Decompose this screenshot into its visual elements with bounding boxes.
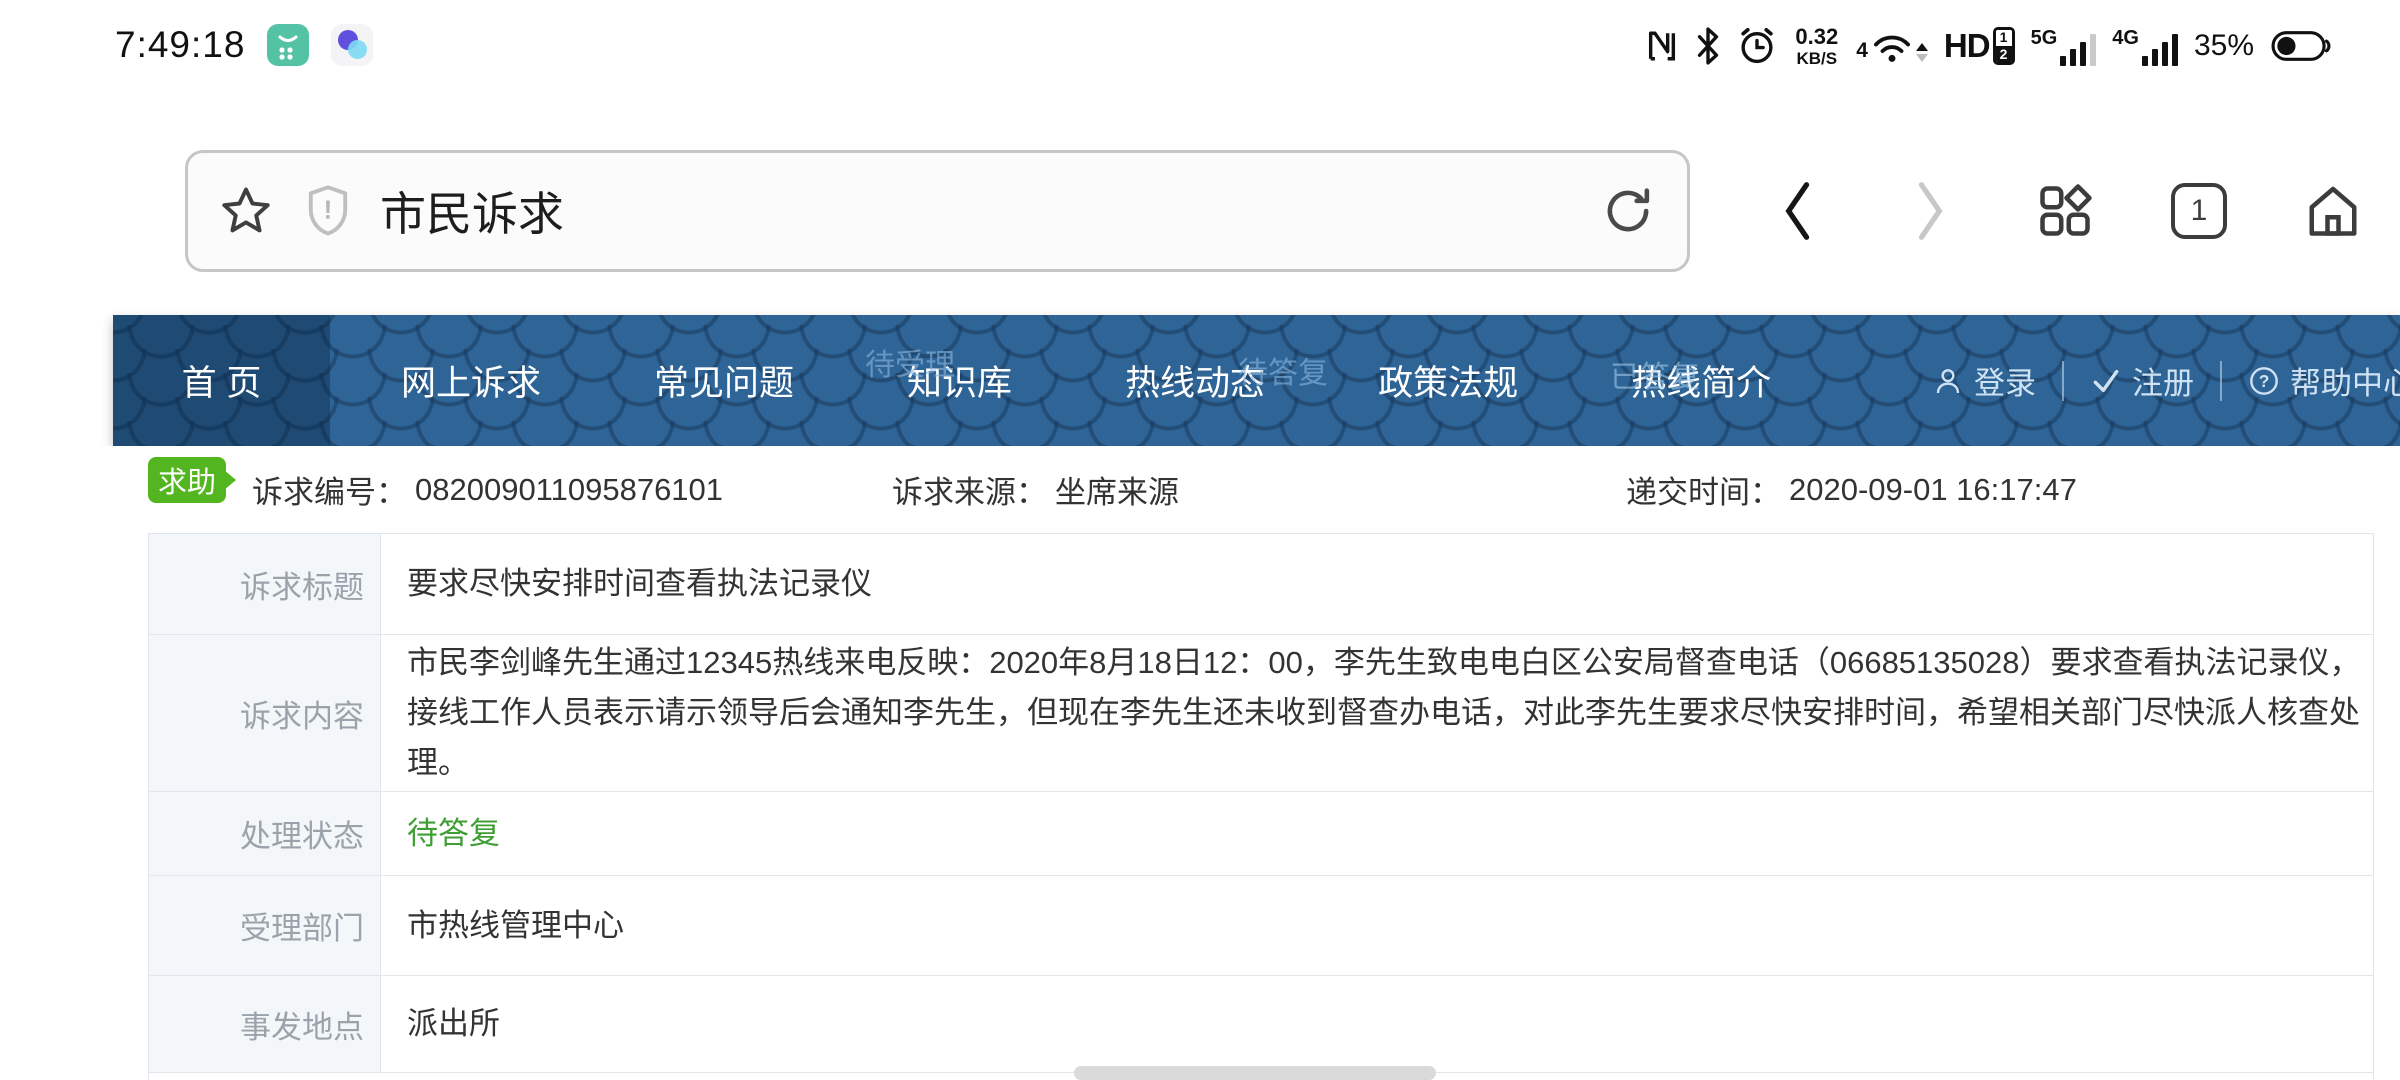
nav-item-policies[interactable]: 政策法规	[1336, 315, 1560, 446]
nav-item-faq[interactable]: 常见问题	[612, 315, 836, 446]
refresh-icon[interactable]	[1599, 182, 1657, 240]
status-bar: 7:49:18	[0, 0, 2400, 92]
help-center-link[interactable]: ? 帮助中心	[2248, 358, 2400, 403]
row-value: 市民李剑峰先生通过12345热线来电反映：2020年8月18日12：00，李先生…	[381, 635, 2373, 791]
row-value: 市热线管理中心	[381, 876, 2373, 975]
row-label: 受理部门	[149, 876, 381, 975]
table-row-department: 受理部门 市热线管理中心	[149, 876, 2373, 976]
row-label: 诉求内容	[149, 635, 381, 791]
notification-app-icon	[267, 24, 309, 66]
back-button[interactable]	[1730, 180, 1864, 242]
status-badge: 待答复	[381, 792, 2373, 875]
ticket-time-field: 递交时间： 2020-09-01 16:17:47	[1626, 446, 2077, 533]
alarm-icon	[1737, 26, 1777, 66]
nav-item-online-appeal[interactable]: 网上诉求	[359, 315, 583, 446]
site-security-shield-icon[interactable]: !	[302, 183, 354, 239]
wifi-icon: 4	[1856, 27, 1928, 65]
table-row-content: 诉求内容 市民李剑峰先生通过12345热线来电反映：2020年8月18日12：0…	[149, 635, 2373, 792]
question-circle-icon: ?	[2248, 365, 2280, 397]
nfc-icon	[1645, 27, 1679, 65]
nav-item-home[interactable]: 首 页	[113, 315, 330, 446]
row-value: 要求尽快安排时间查看执法记录仪	[381, 534, 2373, 634]
network-speed: 0.32 KB/S	[1795, 26, 1838, 67]
home-button[interactable]	[2266, 181, 2400, 241]
screen: 7:49:18	[0, 0, 2400, 1080]
ticket-id-field: 诉求编号： 082009011095876101	[252, 446, 723, 533]
horizontal-scrollbar[interactable]	[1074, 1066, 1436, 1080]
row-label: 处理状态	[149, 792, 381, 875]
bluetooth-icon	[1695, 26, 1721, 66]
clock-time: 7:49:18	[115, 24, 245, 66]
divider	[2062, 361, 2064, 401]
ticket-source-value: 坐席来源	[1055, 467, 1179, 512]
ticket-id-value: 082009011095876101	[415, 472, 723, 508]
row-label: 事发地点	[149, 976, 381, 1072]
browser-toolbar: ! 市民诉求	[0, 92, 2400, 316]
nav-item-knowledge-base[interactable]: 知识库	[865, 315, 1054, 446]
check-icon	[2090, 365, 2122, 397]
ticket-type-badge: 求助	[148, 457, 236, 503]
ticket-source-field: 诉求来源： 坐席来源	[892, 446, 1179, 533]
svg-text:!: !	[324, 197, 333, 225]
hd-volte-icon: HD 1 2	[1944, 27, 2015, 65]
sim2-signal-icon: 4G	[2112, 26, 2178, 66]
address-bar[interactable]: ! 市民诉求	[185, 150, 1690, 272]
tab-switcher-button[interactable]: 1	[2132, 183, 2266, 239]
site-navbar: 首 页 网上诉求 常见问题 知识库 热线动态 政策法规 热线简介 待受理 待答复…	[113, 315, 2400, 446]
svg-text:?: ?	[2259, 371, 2270, 391]
ticket-time-value: 2020-09-01 16:17:47	[1789, 472, 2077, 508]
badge-arrow	[224, 470, 236, 490]
ticket-header: 求助 诉求编号： 082009011095876101 诉求来源： 坐席来源 递…	[0, 446, 2400, 533]
sim1-signal-icon: 5G	[2031, 26, 2097, 66]
bookmark-star-icon[interactable]	[218, 183, 274, 239]
address-bar-text[interactable]: 市民诉求	[380, 178, 1599, 244]
login-link[interactable]: 登录	[1932, 358, 2036, 403]
menu-grid-icon[interactable]	[1998, 181, 2132, 241]
nav-item-hotline-news[interactable]: 热线动态	[1083, 315, 1307, 446]
forward-button[interactable]	[1864, 180, 1998, 242]
nav-item-hotline-intro[interactable]: 热线简介	[1589, 315, 1813, 446]
notification-circles-icon	[331, 24, 373, 66]
row-label: 诉求标题	[149, 534, 381, 634]
register-link[interactable]: 注册	[2090, 358, 2194, 403]
table-row-location: 事发地点 派出所	[149, 976, 2373, 1073]
user-icon	[1932, 365, 1964, 397]
ticket-detail-table: 诉求标题 要求尽快安排时间查看执法记录仪 诉求内容 市民李剑峰先生通过12345…	[148, 533, 2374, 1080]
battery-percent: 35%	[2194, 29, 2254, 63]
divider	[2220, 361, 2222, 401]
battery-icon	[2270, 29, 2332, 63]
row-value: 派出所	[381, 976, 2373, 1072]
table-row-status: 处理状态 待答复	[149, 792, 2373, 876]
table-row-title: 诉求标题 要求尽快安排时间查看执法记录仪	[149, 534, 2373, 635]
